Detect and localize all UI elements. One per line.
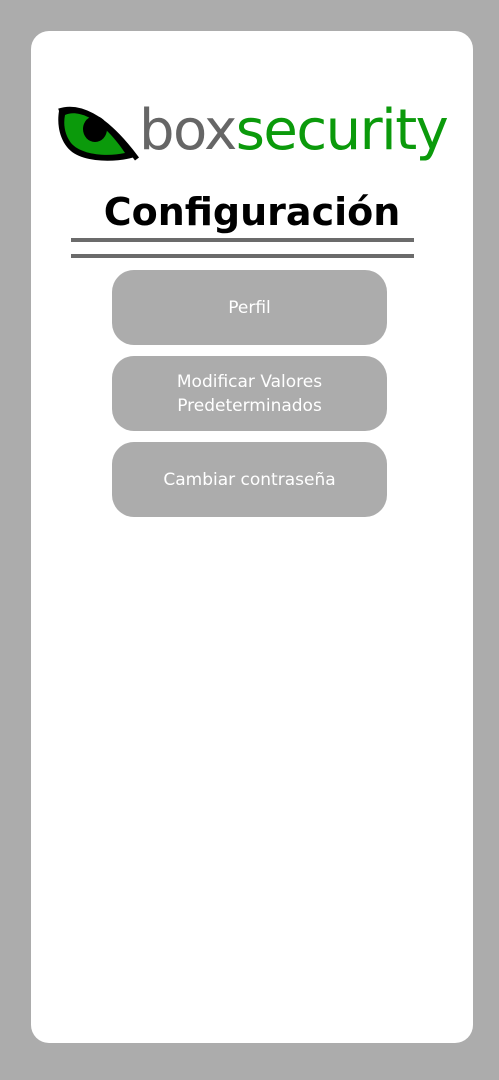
- logo-wordmark: boxsecurity: [139, 91, 449, 171]
- title-divider-top: [71, 238, 414, 242]
- page-title: Configuración: [103, 190, 401, 234]
- change-password-button[interactable]: Cambiar contraseña: [112, 442, 387, 517]
- settings-card: boxsecurity Configuración Perfil Modific…: [31, 31, 473, 1043]
- modify-defaults-button[interactable]: Modificar Valores Predeterminados: [112, 356, 387, 431]
- boxsecurity-logo: boxsecurity: [57, 98, 449, 181]
- profile-button[interactable]: Perfil: [112, 270, 387, 345]
- logo-word-security: security: [235, 98, 449, 163]
- eye-logo-icon: [58, 106, 140, 161]
- logo-word-box: box: [139, 98, 237, 163]
- title-divider-bottom: [71, 254, 414, 258]
